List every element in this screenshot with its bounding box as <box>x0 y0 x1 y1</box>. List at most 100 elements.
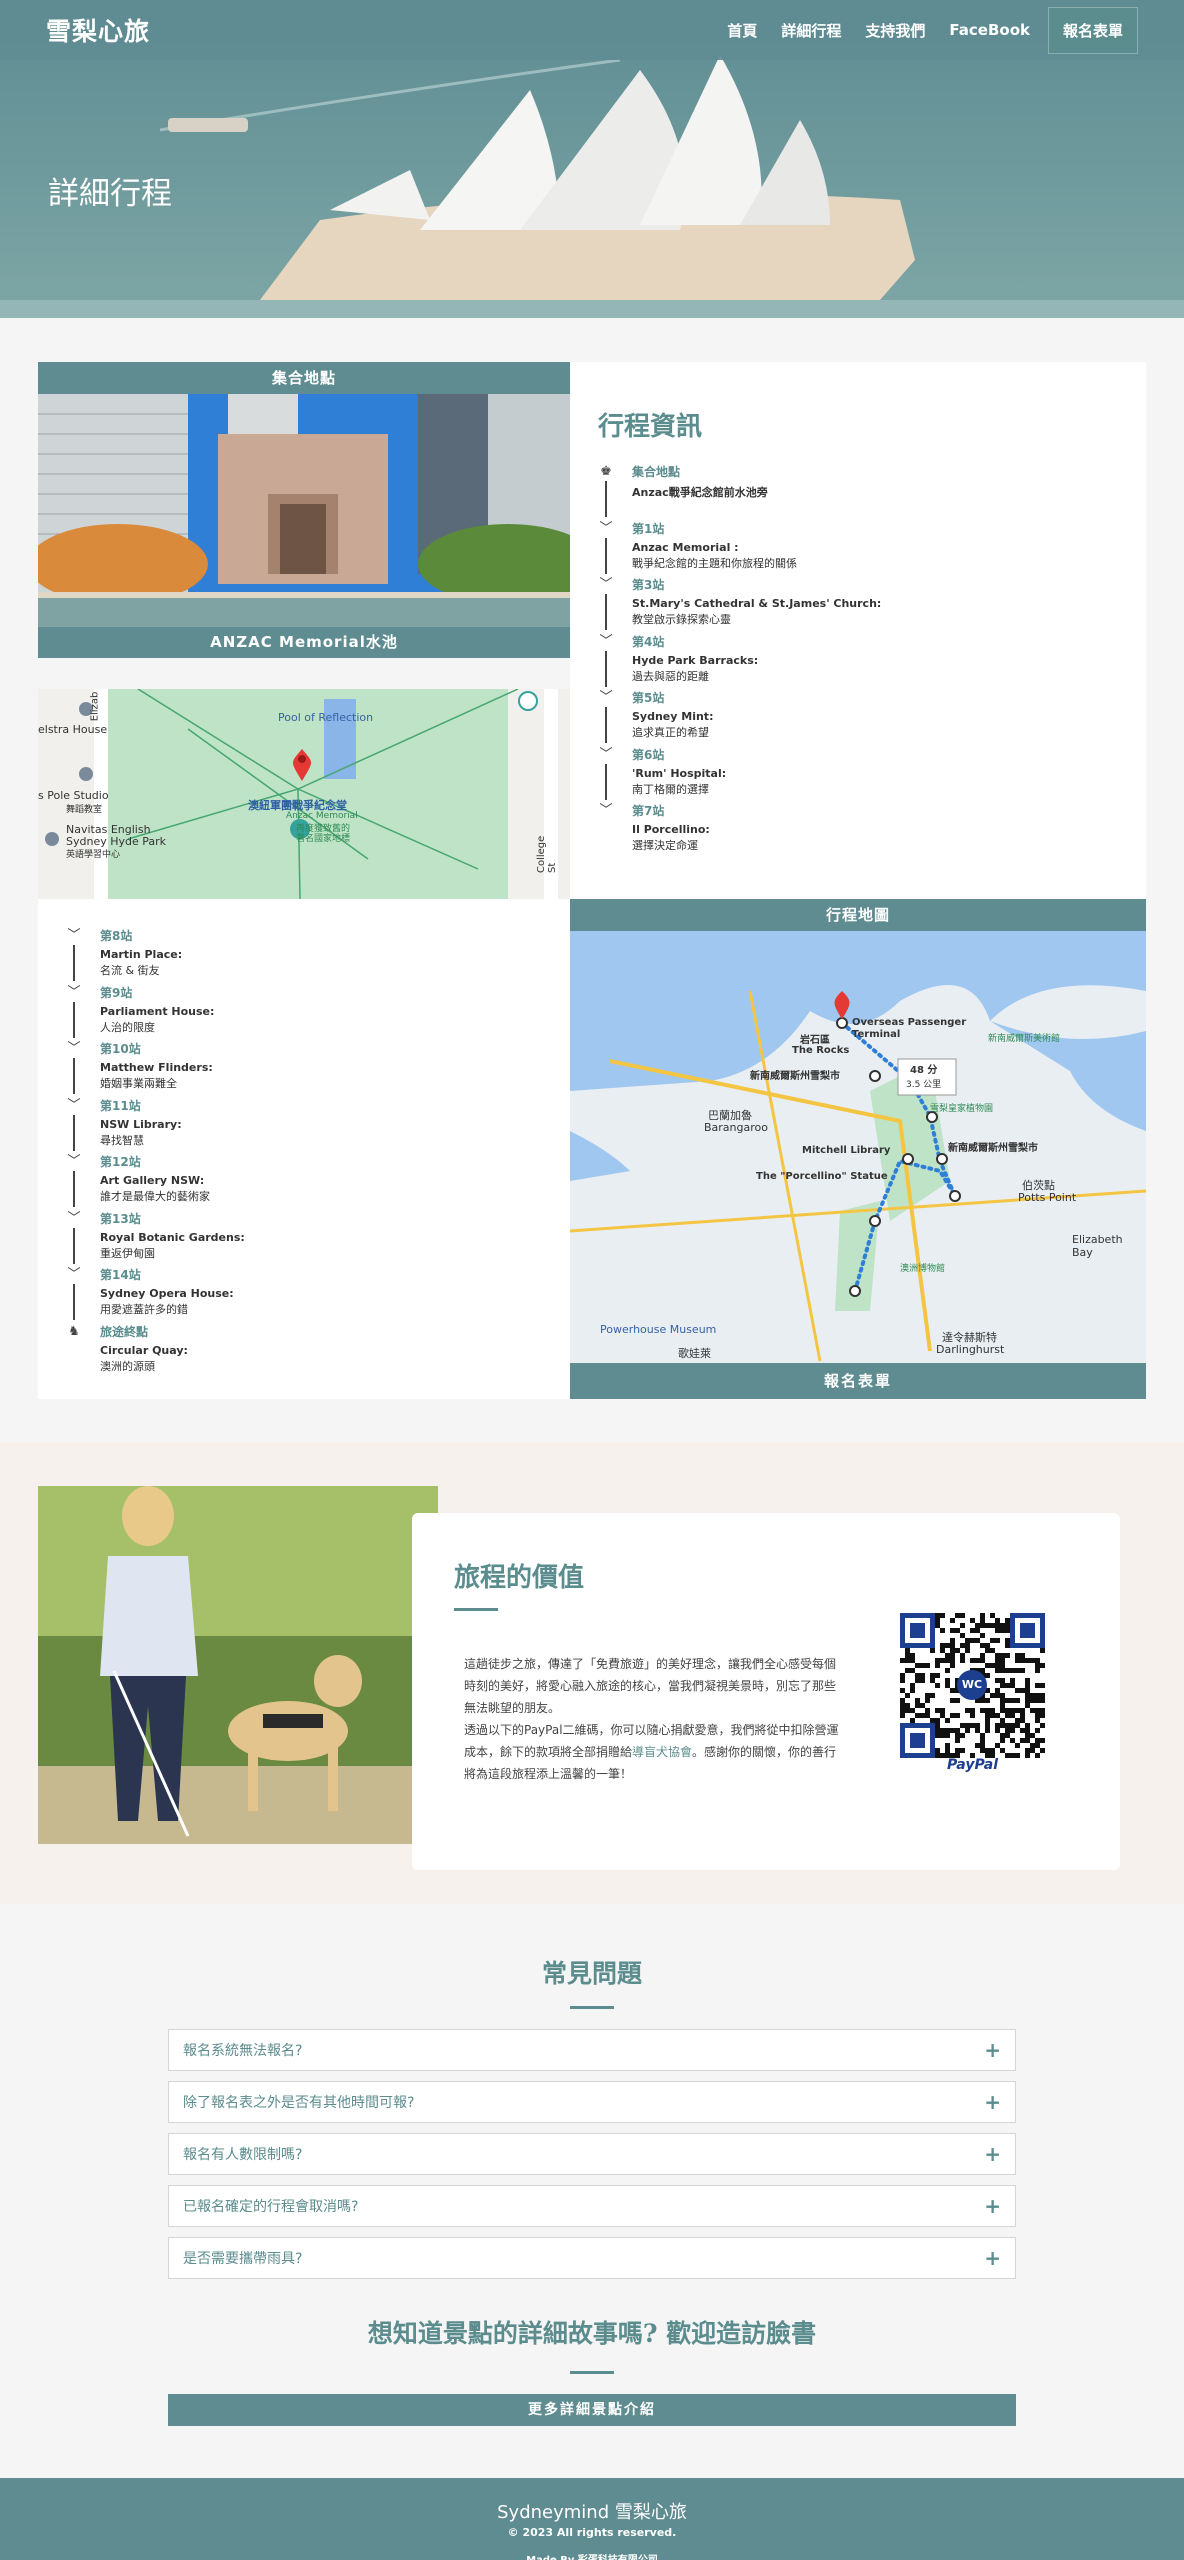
chevron-down-icon: ﹀ <box>599 746 613 762</box>
plus-icon: + <box>984 2090 1001 2114</box>
route-label-terminal1: Overseas Passenger <box>852 1017 967 1028</box>
value-description: 這趟徒步之旅，傳達了「免費旅遊」的美好理念，讓我們全心感受每個時刻的美好，將愛心… <box>464 1657 839 1781</box>
more-details-button[interactable]: 更多詳細景點介紹 <box>168 2394 1016 2426</box>
chevron-down-icon: ﹀ <box>599 520 613 536</box>
faq-item[interactable]: 已報名確定的行程會取消嗎? + <box>168 2185 1016 2227</box>
plus-icon: + <box>984 2142 1001 2166</box>
nav-itinerary[interactable]: 詳細行程 <box>769 20 853 41</box>
guide-dog-link[interactable]: 導盲犬協會 <box>632 1745 692 1759</box>
flag-icon: ♚ <box>600 464 612 479</box>
chevron-down-icon: ﹀ <box>599 690 613 705</box>
itinerary-info-panel: 行程資訊 ♚ 集合地點 Anzac戰爭紀念館前水池旁 ﹀ 第1站 Anzac M… <box>570 362 1146 899</box>
route-label-porcellino: The "Porcellino" Statue <box>756 1171 888 1182</box>
map-label-pool: Pool of Reflection <box>278 711 374 724</box>
photo-caption: ANZAC Memorial水池 <box>38 627 570 658</box>
faq-item[interactable]: 報名系統無法報名? + <box>168 2029 1016 2071</box>
route-map[interactable]: Overseas Passenger Terminal 岩石區 The Rock… <box>570 931 1146 1363</box>
map-label-studio: s Pole Studio <box>38 789 109 802</box>
footer-copyright: © 2023 All rights reserved. <box>507 2526 677 2539</box>
route-label-potts2: Potts Point <box>1018 1191 1077 1204</box>
nav-signup-button[interactable]: 報名表單 <box>1047 6 1138 54</box>
timeline-item: ﹀ 第7站 Il Porcellino: 選擇決定命運 <box>599 803 710 853</box>
map-label-elizab: Elizab <box>89 691 101 722</box>
chevron-down-icon: ﹀ <box>67 928 81 943</box>
route-label-museum: 澳洲博物館 <box>900 1264 946 1274</box>
map-label-studio-sub: 舞蹈教室 <box>66 805 103 815</box>
map-label-college: College St <box>536 835 558 873</box>
footer-made-by: Made By 彩蛋科技有限公司 <box>0 2551 1184 2560</box>
faq-list: 報名系統無法報名? + 除了報名表之外是否有其他時間可報? + 報名有人數限制嗎? +… <box>168 2029 1016 2289</box>
timeline-item: ﹀ 第3站 St.Mary's Cathedral & St.James' Ch… <box>598 576 1118 633</box>
value-section: 旅程的價值 這趟徒步之旅，傳達了「免費旅遊」的美好理念，讓我們全心感受每個時刻的… <box>0 1442 1184 1904</box>
itinerary-title: 行程資訊 <box>598 412 703 442</box>
footer-brand: Sydneymind 雪梨心旅 <box>497 2502 687 2523</box>
chevron-down-icon: ﹀ <box>599 577 613 592</box>
route-label-darl2: Darlinghurst <box>936 1343 1005 1356</box>
qr-center-badge: WC <box>957 1670 987 1700</box>
timeline-item: ﹀ 第5站 Sydney Mint: 追求真正的希望 <box>598 689 1118 746</box>
chevron-down-icon: ﹀ <box>67 1097 81 1113</box>
timeline-item: ﹀ 第4站 Hyde Park Barracks: 過去與惡的距離 <box>598 633 1118 690</box>
timeline-item: ♚ 集合地點 Anzac戰爭紀念館前水池旁 <box>598 463 1118 520</box>
timeline-item: ﹀ 第9站 Parliament House: 人治的限度 <box>66 984 570 1041</box>
route-time-label: 48 分 <box>910 1065 938 1076</box>
timeline-item: ﹀ 第8站 Martin Place: 名流 & 街友 <box>66 927 570 984</box>
route-label-botanic: 雪梨皇家植物園 <box>930 1104 994 1114</box>
timeline-item: ﹀ 第10站 Matthew Flinders: 婚姻事業兩難全 <box>66 1040 570 1097</box>
value-title: 旅程的價值 <box>454 1563 585 1593</box>
route-label-terminal2: Terminal <box>852 1029 901 1040</box>
map-label-navitas3: 英語學習中心 <box>66 850 121 860</box>
route-label-powerhouse: Powerhouse Museum <box>600 1323 717 1336</box>
route-label-gallery: 新南威爾斯美術館 <box>988 1034 1061 1044</box>
chevron-down-icon: ﹀ <box>67 1154 81 1169</box>
route-distance-label: 3.5 公里 <box>906 1080 942 1090</box>
route-label-rocks1: 岩石區 <box>800 1035 830 1046</box>
plus-icon: + <box>984 2038 1001 2062</box>
route-label-nsw: 新南威爾斯州雪梨市 <box>750 1071 840 1082</box>
navbar: 雪梨心旅 首頁 詳細行程 支持我們 FaceBook 報名表單 <box>0 0 1184 60</box>
faq-item[interactable]: 報名有人數限制嗎? + <box>168 2133 1016 2175</box>
title-underline <box>454 1608 498 1611</box>
nav-home[interactable]: 首頁 <box>715 20 769 41</box>
page-title: 詳細行程 <box>48 176 172 212</box>
signup-button[interactable]: 報名表單 <box>570 1363 1146 1399</box>
footer: Sydneymind 雪梨心旅 © 2023 All rights reserv… <box>0 2478 1184 2560</box>
anzac-memorial-photo: ANZAC Memorial水池 <box>38 394 570 658</box>
nav-menu: 首頁 詳細行程 支持我們 FaceBook 報名表單 <box>715 6 1138 54</box>
nav-support[interactable]: 支持我們 <box>853 20 937 41</box>
meeting-point-map[interactable]: Pool of Reflection 澳紐軍團戰爭紀念堂 Anzac Memor… <box>38 689 570 899</box>
timeline-item: ♞ 旅途終點 Circular Quay: 澳洲的源頭 <box>66 1323 570 1380</box>
timeline-item: ﹀ 第12站 Art Gallery NSW: 誰才是最偉大的藝術家 <box>66 1153 570 1210</box>
route-label-nsw2: 新南威爾斯州雪梨市 <box>948 1143 1038 1154</box>
route-map-header: 行程地圖 <box>570 899 1146 931</box>
paypal-qr-code[interactable]: WC PayPal <box>900 1613 1045 1773</box>
itinerary-timeline-more: ﹀ 第8站 Martin Place: 名流 & 街友 ﹀ 第9站 Parlia… <box>66 927 570 1379</box>
walker-icon: ♞ <box>68 1323 80 1339</box>
brand-logo[interactable]: 雪梨心旅 <box>46 12 150 48</box>
map-label-memorial-sub2: 著名國家地標 <box>296 834 351 844</box>
chevron-down-icon: ﹀ <box>67 1041 81 1056</box>
faq-item[interactable]: 是否需要攜帶雨具? + <box>168 2237 1016 2279</box>
timeline-item: ﹀ 第13站 Royal Botanic Gardens: 重返伊甸園 <box>66 1210 570 1267</box>
chevron-down-icon: ﹀ <box>67 1267 81 1282</box>
map-label-house: elstra House <box>38 723 108 736</box>
itinerary-timeline: ♚ 集合地點 Anzac戰爭紀念館前水池旁 ﹀ 第1站 Anzac Memori… <box>598 463 1118 859</box>
value-card: 旅程的價值 這趟徒步之旅，傳達了「免費旅遊」的美好理念，讓我們全心感受每個時刻的… <box>412 1513 1120 1870</box>
plus-icon: + <box>984 2246 1001 2270</box>
faq-title: 常見問題 <box>541 1959 642 1988</box>
guide-dog-photo <box>38 1486 438 1844</box>
nav-facebook[interactable]: FaceBook <box>937 21 1042 39</box>
route-label-rocks2: The Rocks <box>792 1045 850 1056</box>
route-label-barangaroo2: Barangaroo <box>704 1121 768 1134</box>
title-underline <box>570 2371 614 2374</box>
plus-icon: + <box>984 2194 1001 2218</box>
faq-item[interactable]: 除了報名表之外是否有其他時間可報? + <box>168 2081 1016 2123</box>
timeline-item: ﹀ 第11站 NSW Library: 尋找智慧 <box>66 1097 570 1154</box>
map-label-memorial-en: Anzac Memorial <box>286 811 358 821</box>
chevron-down-icon: ﹀ <box>67 984 81 1000</box>
route-label-eliz: Elizabeth Bay <box>1072 1233 1123 1259</box>
timeline-item: ﹀ 第14站 Sydney Opera House: 用愛遮蓋許多的錯 <box>66 1266 570 1323</box>
meeting-point-panel: 集合地點 ANZAC Memorial水池 <box>38 362 570 689</box>
faq-section: 常見問題 報名系統無法報名? + 除了報名表之外是否有其他時間可報? + 報名有人數… <box>0 1904 1184 2478</box>
timeline-item: ﹀ 第1站 Anzac Memorial : 戰爭紀念館的主題和你旅程的關係 <box>598 520 1118 577</box>
